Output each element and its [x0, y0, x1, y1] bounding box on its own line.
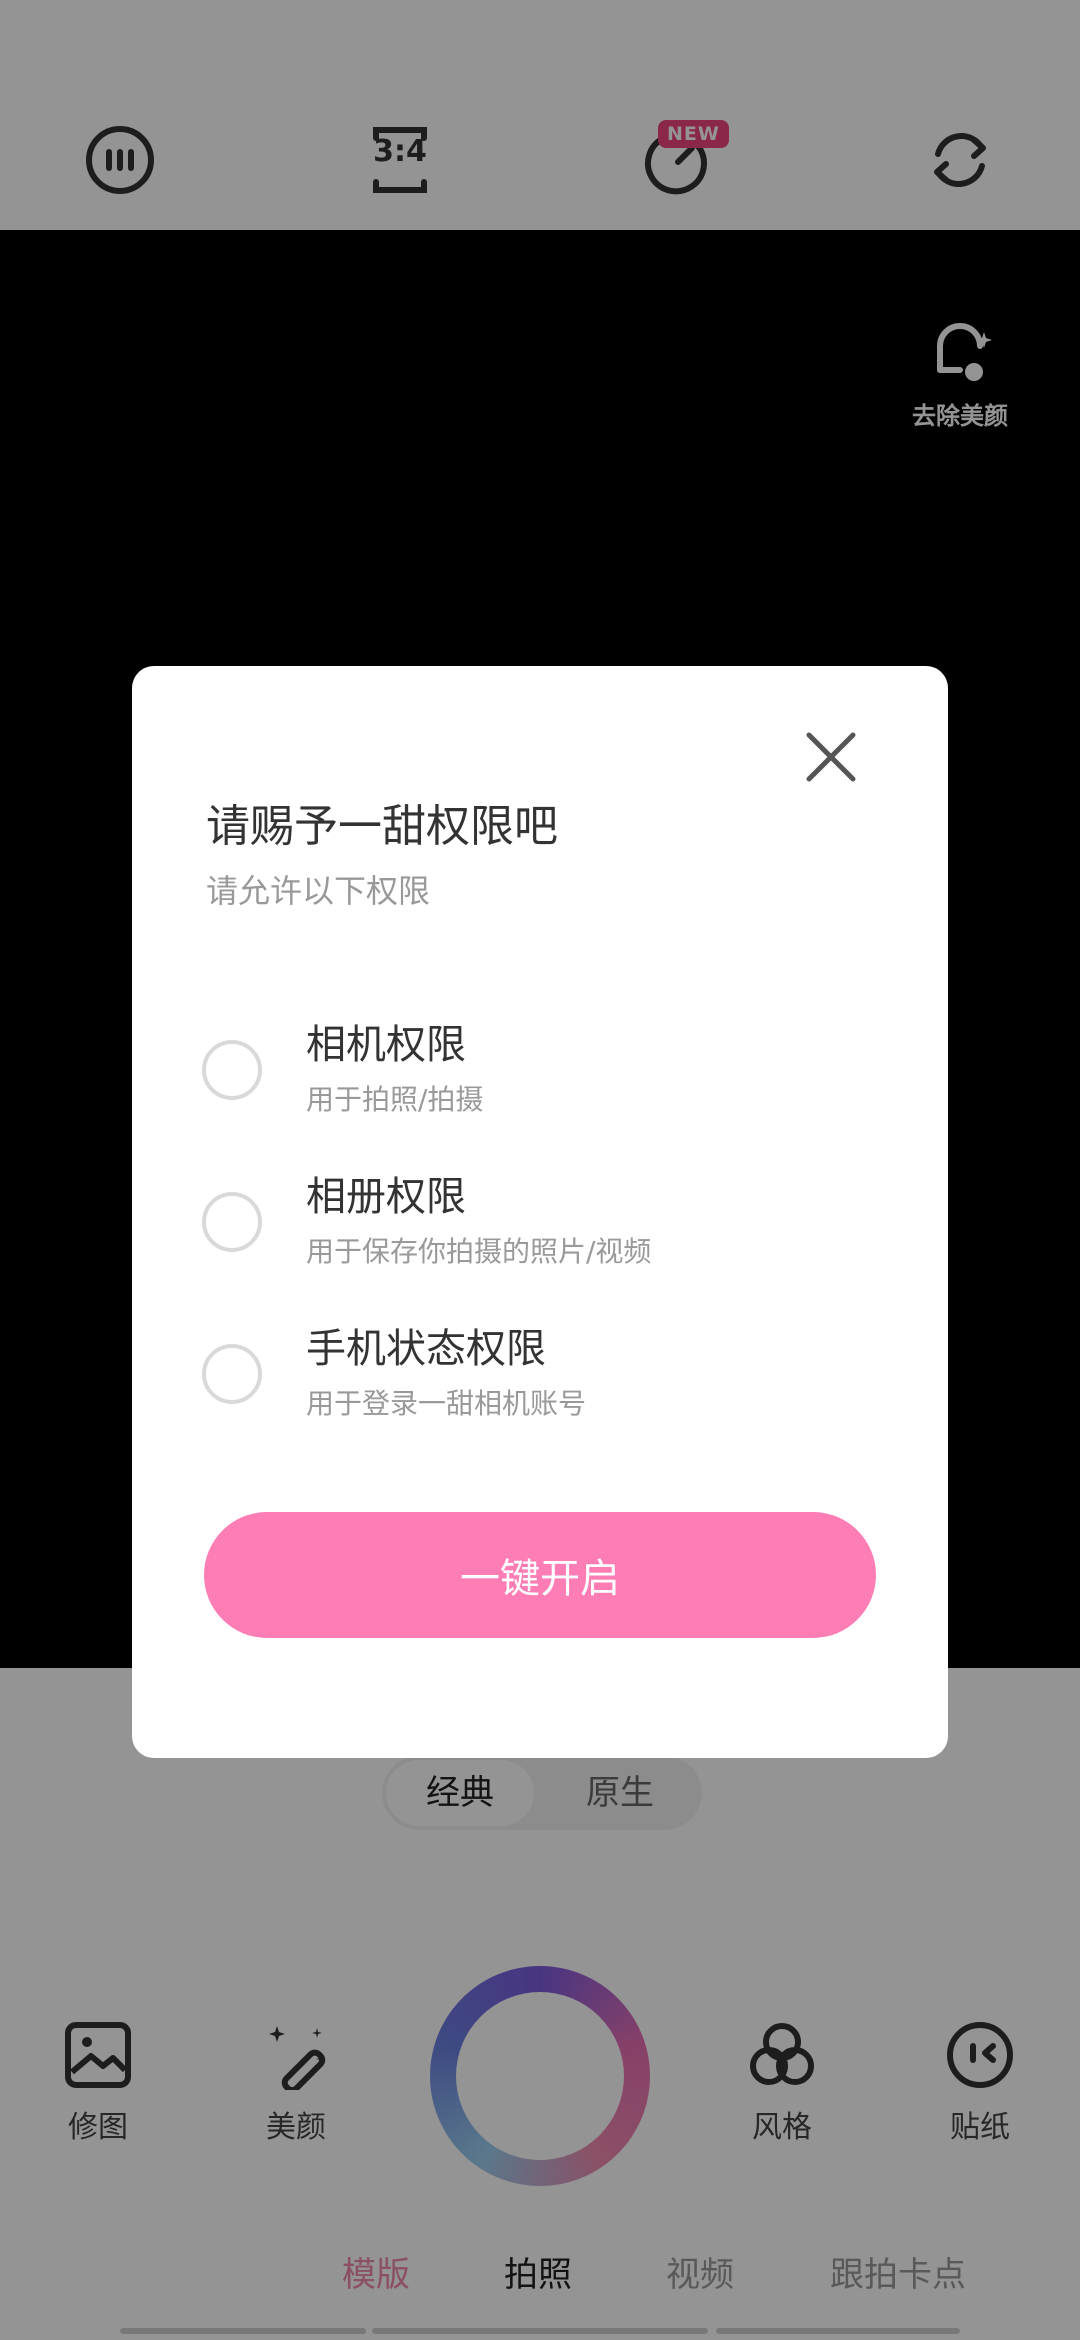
permission-name: 相机权限 — [306, 1022, 466, 1068]
dialog-subtitle: 请允许以下权限 — [206, 872, 431, 910]
permission-item-album[interactable]: 相册权限 用于保存你拍摄的照片/视频 — [202, 1164, 902, 1284]
permission-radio[interactable] — [202, 1192, 262, 1252]
permission-name: 相册权限 — [306, 1174, 466, 1220]
enable-all-button[interactable]: 一键开启 — [204, 1512, 876, 1638]
permission-desc: 用于保存你拍摄的照片/视频 — [306, 1235, 652, 1268]
permission-radio[interactable] — [202, 1040, 262, 1100]
close-icon[interactable] — [796, 722, 866, 792]
permission-desc: 用于拍照/拍摄 — [306, 1083, 484, 1116]
permission-item-phone-state[interactable]: 手机状态权限 用于登录一甜相机账号 — [202, 1316, 902, 1436]
permission-item-camera[interactable]: 相机权限 用于拍照/拍摄 — [202, 1012, 902, 1132]
permission-radio[interactable] — [202, 1344, 262, 1404]
permission-desc: 用于登录一甜相机账号 — [306, 1387, 587, 1420]
permission-dialog: 请赐予一甜权限吧 请允许以下权限 相机权限 用于拍照/拍摄 相册权限 用于保存你… — [132, 666, 948, 1758]
dialog-title: 请赐予一甜权限吧 — [206, 801, 558, 852]
permission-name: 手机状态权限 — [306, 1326, 546, 1372]
